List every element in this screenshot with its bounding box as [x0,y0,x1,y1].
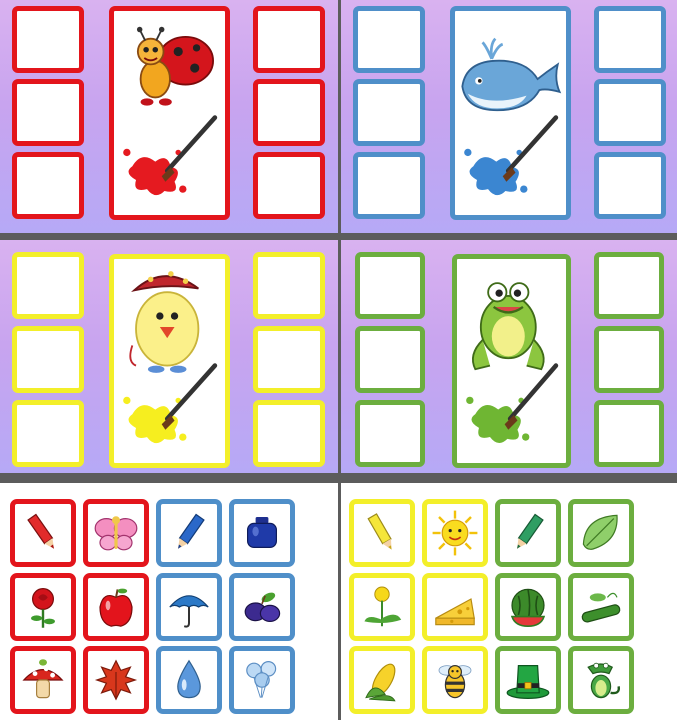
card-dandelion[interactable] [349,573,415,641]
card-sun[interactable] [422,499,488,567]
empty-slot[interactable] [253,6,325,73]
empty-slot[interactable] [355,252,425,319]
card-umbrella[interactable] [156,573,222,641]
card-corn[interactable] [349,646,415,714]
card-cheese[interactable] [422,573,488,641]
empty-slot[interactable] [594,152,666,219]
card-bee[interactable] [422,646,488,714]
card-apple[interactable] [83,573,149,641]
plums-icon [244,592,281,622]
butterfly-icon [94,516,138,551]
card-plums[interactable] [229,573,295,641]
yellow-paint-splash-icon [123,363,218,444]
green-board [341,240,677,473]
left-card-set [0,483,338,720]
card-mushroom[interactable] [10,646,76,714]
blue-paint-splash-icon [464,115,559,196]
empty-slot[interactable] [353,6,425,73]
empty-slot[interactable] [355,326,425,393]
card-butterfly[interactable] [83,499,149,567]
green-paint-splash-icon [466,363,559,444]
empty-slot[interactable] [12,326,84,393]
horizontal-divider-bottom [0,473,677,483]
leaf-green-icon [582,514,618,550]
empty-slot[interactable] [12,400,84,467]
blue-board [341,0,677,233]
empty-slot[interactable] [12,252,84,319]
cucumber-icon [581,592,621,623]
card-ink-jar[interactable] [229,499,295,567]
apple-icon [99,588,133,627]
empty-slot[interactable] [12,6,84,73]
dandelion-icon [364,586,402,627]
card-red-pencil[interactable] [10,499,76,567]
red-paint-splash-icon [123,115,218,196]
empty-slot[interactable] [594,79,666,146]
umbrella-icon [169,595,209,628]
empty-slot[interactable] [594,252,664,319]
character-card [109,254,230,468]
empty-slot[interactable] [353,152,425,219]
cheese-icon [435,598,475,626]
green-hat-icon [506,665,550,699]
character-card [109,6,230,220]
card-blue-pencil[interactable] [156,499,222,567]
empty-slot[interactable] [253,326,325,393]
red-board [0,0,338,233]
right-card-set [341,483,677,720]
card-cucumber[interactable] [568,573,634,641]
card-red-leaf[interactable] [83,646,149,714]
rose-icon [31,588,55,628]
empty-slot[interactable] [253,79,325,146]
mushroom-icon [22,659,64,699]
character-card [452,254,571,468]
green-pencil-icon [516,513,544,549]
card-green-pencil[interactable] [495,499,561,567]
card-rose[interactable] [10,573,76,641]
empty-slot[interactable] [353,79,425,146]
empty-slot[interactable] [253,152,325,219]
card-balloons[interactable] [229,646,295,714]
crocodile-icon [587,662,621,699]
blue-pencil-icon [177,513,205,549]
red-pencil-icon [27,513,55,549]
yellow-pencil-icon [367,513,392,550]
corn-icon [365,663,396,702]
balloons-icon [246,661,277,698]
empty-slot[interactable] [12,152,84,219]
empty-slot[interactable] [594,400,664,467]
card-crocodile[interactable] [568,646,634,714]
empty-slot[interactable] [253,400,325,467]
card-green-leaf[interactable] [568,499,634,567]
card-watermelon[interactable] [495,573,561,641]
card-green-hat[interactable] [495,646,561,714]
horizontal-divider-top [0,233,677,240]
character-card [450,6,571,220]
empty-slot[interactable] [355,400,425,467]
empty-slot[interactable] [594,6,666,73]
water-drop-icon [177,659,201,699]
watermelon-icon [510,588,546,628]
card-yellow-pencil[interactable] [349,499,415,567]
empty-slot[interactable] [594,326,664,393]
bee-icon [438,665,472,699]
ink-jar-icon [247,517,277,548]
empty-slot[interactable] [12,79,84,146]
sun-icon [432,510,478,556]
yellow-board [0,240,338,473]
empty-slot[interactable] [253,252,325,319]
leaf-red-icon [94,659,138,701]
card-water-drop[interactable] [156,646,222,714]
